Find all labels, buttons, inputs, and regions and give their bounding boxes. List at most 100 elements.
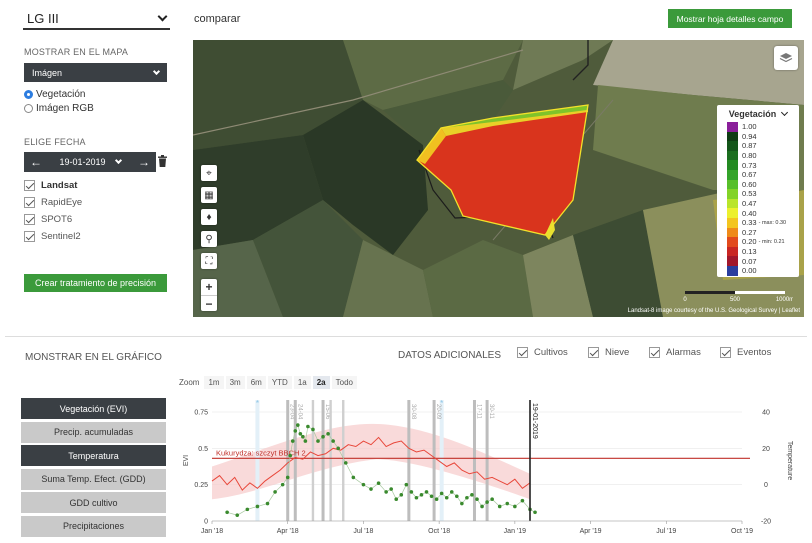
trash-icon[interactable] <box>158 155 167 167</box>
metric-temperature[interactable]: Temperatura <box>21 445 166 467</box>
locate-button[interactable]: ⌖ <box>201 165 217 181</box>
date-picker: ← 19-01-2019 → <box>24 152 156 172</box>
radio-label: Vegetación <box>36 89 86 100</box>
legend-swatch <box>727 131 738 142</box>
source-rapideye[interactable]: RapidEye <box>24 197 82 208</box>
zoom-2a[interactable]: 2a <box>312 376 330 389</box>
y-axis-label: EVI <box>183 455 190 466</box>
evi-point <box>460 501 464 506</box>
metric-vegetation-evi[interactable]: Vegetación (EVI) <box>21 398 166 419</box>
checkbox[interactable] <box>24 180 35 191</box>
checkbox[interactable] <box>24 231 35 242</box>
zoom-6m[interactable]: 6m <box>246 376 266 389</box>
next-date-button[interactable]: → <box>132 155 156 169</box>
checkbox[interactable] <box>24 197 35 208</box>
zoom-1m[interactable]: 1m <box>204 376 224 389</box>
radio-vegetation[interactable]: Vegetación <box>24 89 86 100</box>
map-zoom-control: + − <box>201 279 217 311</box>
marker-button[interactable]: ⚲ <box>201 231 217 247</box>
layers-button[interactable] <box>774 46 798 70</box>
evi-point <box>303 439 308 443</box>
metric-accumulated-precip[interactable]: Precip. acumuladas <box>21 421 166 443</box>
legend-swatch <box>727 141 738 151</box>
legend-swatch <box>727 227 738 238</box>
legend-swatch <box>727 160 738 170</box>
evi-point <box>369 487 373 491</box>
additional-alarmas[interactable]: Alarmas <box>649 347 701 358</box>
evi-point <box>439 491 444 496</box>
section-divider <box>5 336 807 337</box>
map-toolbar: ⌖ ▦ ♦ ⚲ ⛶ <box>201 165 217 269</box>
legend-value: 0.53 <box>742 189 757 199</box>
zoom-1a[interactable]: 1a <box>293 376 311 389</box>
legend-row: 0.60 <box>727 179 786 190</box>
chart-section-title: MONSTRAR EN EL GRÁFICO <box>25 352 162 363</box>
additional-cultivos[interactable]: Cultivos <box>517 347 568 358</box>
evi-point <box>394 497 399 501</box>
evi-point <box>306 424 310 429</box>
metric-gdd-sum[interactable]: Suma Temp. Efect. (GDD) <box>21 468 166 490</box>
evi-point <box>424 490 429 494</box>
field-select[interactable]: LG III <box>23 9 170 30</box>
date-select[interactable]: 19-01-2019 <box>48 156 132 167</box>
evi-point <box>505 501 510 506</box>
source-spot6[interactable]: SPOT6 <box>24 214 72 225</box>
fullscreen-button[interactable]: ⛶ <box>201 253 217 269</box>
legend-row: 0.47 <box>727 198 786 209</box>
legend-row: 1.00 <box>727 122 786 132</box>
evi-point <box>434 497 439 501</box>
tag-button[interactable]: ♦ <box>201 209 217 225</box>
evi-point <box>343 461 348 465</box>
legend-value: 0.67 <box>742 170 757 180</box>
legend-value: 0.33 <box>742 218 757 228</box>
source-sentinel2[interactable]: Sentinel2 <box>24 231 81 242</box>
legend-row: 0.00 <box>727 265 786 276</box>
additional-nieve[interactable]: Nieve <box>588 347 629 358</box>
show-field-details-button[interactable]: Mostrar hoja detalles campo <box>668 9 792 28</box>
fullscreen-icon: ⛶ <box>205 255 213 267</box>
zoom-todo[interactable]: Todo <box>331 376 357 389</box>
metric-gdd-crop[interactable]: GDD cultivo <box>21 492 166 514</box>
checkbox[interactable] <box>24 214 35 225</box>
evi-point <box>449 490 454 494</box>
evi-point <box>384 490 388 494</box>
legend-value: 0.73 <box>742 160 757 170</box>
grid-button[interactable]: ▦ <box>201 187 217 203</box>
zoom-out-button[interactable]: − <box>201 295 217 311</box>
metric-precipitation[interactable]: Precipitaciones <box>21 515 166 537</box>
layer-select[interactable]: Imágen <box>24 63 167 82</box>
zoom-in-button[interactable]: + <box>201 279 217 295</box>
additional-eventos[interactable]: Eventos <box>720 347 771 358</box>
radio-rgb[interactable]: Imágen RGB <box>24 103 94 114</box>
evi-point <box>235 513 240 517</box>
x-tick-label: Jan '18 <box>201 528 223 535</box>
checkbox[interactable] <box>588 347 599 358</box>
evi-point <box>389 487 393 491</box>
crosshair-icon: ⌖ <box>206 167 212 179</box>
source-landsat[interactable]: Landsat <box>24 180 77 191</box>
evi-point <box>497 504 502 509</box>
evi-point <box>414 495 419 500</box>
legend-title-select[interactable]: Vegetación <box>717 105 799 120</box>
create-precision-treatment-button[interactable]: Crear tratamiento de precisión <box>24 274 167 292</box>
evi-temperature-chart[interactable]: 0 0.25 0.5 0.75 -20 0 20 40 EVI Temperature Jan '1… <box>176 392 812 543</box>
legend-value: 0.94 <box>742 131 757 141</box>
prev-date-button[interactable]: ← <box>24 155 48 169</box>
zoom-3m[interactable]: 3m <box>225 376 245 389</box>
evi-point <box>376 481 381 486</box>
checkbox[interactable] <box>517 347 528 358</box>
snow-icon: * <box>256 399 259 408</box>
legend-row: 0.13 <box>727 246 786 257</box>
compare-link[interactable]: comparar <box>194 13 240 25</box>
chevron-down-icon <box>781 108 789 116</box>
evi-point <box>301 434 305 439</box>
event-marker <box>342 400 345 521</box>
checkbox[interactable] <box>649 347 660 358</box>
event-marker <box>311 400 315 521</box>
legend-value: 0.80 <box>742 151 757 161</box>
tag-icon: ♦ <box>206 211 212 223</box>
map[interactable]: ⌖ ▦ ♦ ⚲ ⛶ + − Vegetación 1.00 0.94 0.87 0.8… <box>193 40 804 317</box>
evi-point <box>255 504 260 509</box>
checkbox[interactable] <box>720 347 731 358</box>
zoom-ytd[interactable]: YTD <box>267 376 292 389</box>
